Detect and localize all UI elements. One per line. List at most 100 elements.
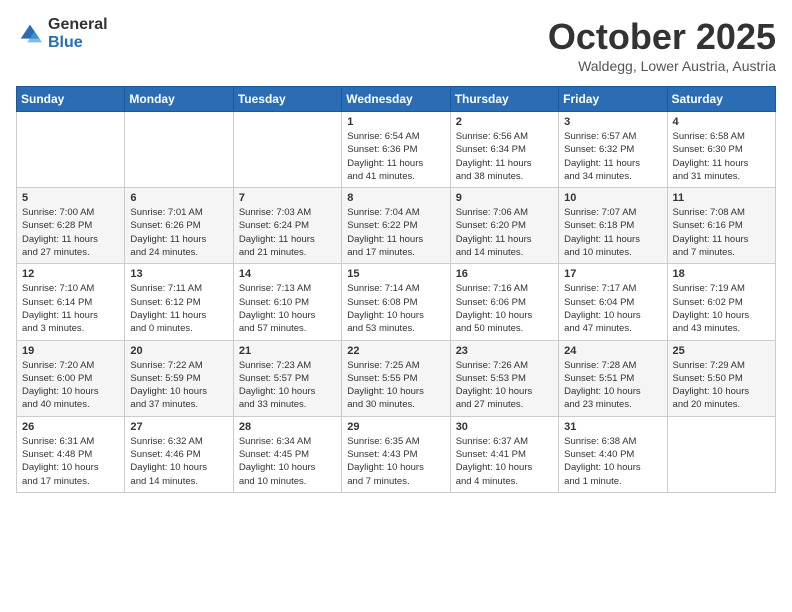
day-number-4: 4 xyxy=(673,116,770,128)
logo-icon xyxy=(16,20,44,48)
month-title: October 2025 xyxy=(548,16,776,58)
day-number-8: 8 xyxy=(347,192,444,204)
day-info-11: Sunrise: 7:08 AMSunset: 6:16 PMDaylight:… xyxy=(673,206,770,259)
day-number-6: 6 xyxy=(130,192,227,204)
weekday-monday: Monday xyxy=(125,87,233,112)
day-info-21: Sunrise: 7:23 AMSunset: 5:57 PMDaylight:… xyxy=(239,359,336,412)
day-info-29: Sunrise: 6:35 AMSunset: 4:43 PMDaylight:… xyxy=(347,435,444,488)
day-info-27: Sunrise: 6:32 AMSunset: 4:46 PMDaylight:… xyxy=(130,435,227,488)
day-cell-8: 8 Sunrise: 7:04 AMSunset: 6:22 PMDaylight… xyxy=(342,188,450,264)
weekday-thursday: Thursday xyxy=(450,87,558,112)
day-number-26: 26 xyxy=(22,421,119,433)
day-cell-27: 27 Sunrise: 6:32 AMSunset: 4:46 PMDayligh… xyxy=(125,416,233,492)
day-cell-16: 16Sunrise: 7:16 AMSunset: 6:06 PMDayligh… xyxy=(450,264,558,340)
day-info-26: Sunrise: 6:31 AMSunset: 4:48 PMDaylight:… xyxy=(22,435,119,488)
day-number-10: 10 xyxy=(564,192,661,204)
day-info-31: Sunrise: 6:38 AMSunset: 4:40 PMDaylight:… xyxy=(564,435,661,488)
day-cell-12: 12 Sunrise: 7:10 AMSunset: 6:14 PMDayligh… xyxy=(17,264,125,340)
day-number-27: 27 xyxy=(130,421,227,433)
day-cell-15: 15Sunrise: 7:14 AMSunset: 6:08 PMDayligh… xyxy=(342,264,450,340)
day-cell-18: 18 Sunrise: 7:19 AMSunset: 6:02 PMDayligh… xyxy=(667,264,775,340)
day-info-3: Sunrise: 6:57 AMSunset: 6:32 PMDaylight:… xyxy=(564,130,661,183)
day-info-5: Sunrise: 7:00 AMSunset: 6:28 PMDaylight:… xyxy=(22,206,119,259)
day-cell-22: 22 Sunrise: 7:25 AMSunset: 5:55 PMDayligh… xyxy=(342,340,450,416)
day-info-8: Sunrise: 7:04 AMSunset: 6:22 PMDaylight:… xyxy=(347,206,444,259)
day-cell-25: 25 Sunrise: 7:29 AMSunset: 5:50 PMDayligh… xyxy=(667,340,775,416)
day-number-1: 1 xyxy=(347,116,444,128)
day-info-6: Sunrise: 7:01 AMSunset: 6:26 PMDaylight:… xyxy=(130,206,227,259)
day-number-12: 12 xyxy=(22,268,119,280)
empty-cell xyxy=(17,112,125,188)
logo-text: General Blue xyxy=(48,16,108,51)
day-cell-1: 1 Sunrise: 6:54 AMSunset: 6:36 PMDaylight… xyxy=(342,112,450,188)
day-number-30: 30 xyxy=(456,421,553,433)
day-number-21: 21 xyxy=(239,345,336,357)
day-number-19: 19 xyxy=(22,345,119,357)
location-label: Waldegg, Lower Austria, Austria xyxy=(548,58,776,74)
week-row-4: 19Sunrise: 7:20 AMSunset: 6:00 PMDayligh… xyxy=(17,340,776,416)
day-cell-2: 2Sunrise: 6:56 AMSunset: 6:34 PMDaylight… xyxy=(450,112,558,188)
day-cell-28: 28Sunrise: 6:34 AMSunset: 4:45 PMDayligh… xyxy=(233,416,341,492)
day-cell-20: 20Sunrise: 7:22 AMSunset: 5:59 PMDayligh… xyxy=(125,340,233,416)
day-cell-23: 23 Sunrise: 7:26 AMSunset: 5:53 PMDayligh… xyxy=(450,340,558,416)
weekday-sunday: Sunday xyxy=(17,87,125,112)
day-number-14: 14 xyxy=(239,268,336,280)
weekday-wednesday: Wednesday xyxy=(342,87,450,112)
day-number-7: 7 xyxy=(239,192,336,204)
day-cell-6: 6 Sunrise: 7:01 AMSunset: 6:26 PMDaylight… xyxy=(125,188,233,264)
empty-cell xyxy=(125,112,233,188)
day-info-23: Sunrise: 7:26 AMSunset: 5:53 PMDaylight:… xyxy=(456,359,553,412)
day-info-1: Sunrise: 6:54 AMSunset: 6:36 PMDaylight:… xyxy=(347,130,444,183)
weekday-tuesday: Tuesday xyxy=(233,87,341,112)
day-cell-26: 26 Sunrise: 6:31 AMSunset: 4:48 PMDayligh… xyxy=(17,416,125,492)
day-cell-21: 21 Sunrise: 7:23 AMSunset: 5:57 PMDayligh… xyxy=(233,340,341,416)
day-number-18: 18 xyxy=(673,268,770,280)
day-info-24: Sunrise: 7:28 AMSunset: 5:51 PMDaylight:… xyxy=(564,359,661,412)
calendar-table: SundayMondayTuesdayWednesdayThursdayFrid… xyxy=(16,86,776,493)
day-cell-24: 24 Sunrise: 7:28 AMSunset: 5:51 PMDayligh… xyxy=(559,340,667,416)
day-cell-19: 19Sunrise: 7:20 AMSunset: 6:00 PMDayligh… xyxy=(17,340,125,416)
day-cell-11: 11Sunrise: 7:08 AMSunset: 6:16 PMDayligh… xyxy=(667,188,775,264)
day-cell-10: 10 Sunrise: 7:07 AMSunset: 6:18 PMDayligh… xyxy=(559,188,667,264)
day-info-10: Sunrise: 7:07 AMSunset: 6:18 PMDaylight:… xyxy=(564,206,661,259)
logo-general-label: General xyxy=(48,16,108,34)
day-cell-30: 30Sunrise: 6:37 AMSunset: 4:41 PMDayligh… xyxy=(450,416,558,492)
day-info-2: Sunrise: 6:56 AMSunset: 6:34 PMDaylight:… xyxy=(456,130,553,183)
day-number-31: 31 xyxy=(564,421,661,433)
week-row-1: 1 Sunrise: 6:54 AMSunset: 6:36 PMDaylight… xyxy=(17,112,776,188)
day-info-18: Sunrise: 7:19 AMSunset: 6:02 PMDaylight:… xyxy=(673,282,770,335)
logo: General Blue xyxy=(16,16,108,51)
weekday-saturday: Saturday xyxy=(667,87,775,112)
day-cell-7: 7 Sunrise: 7:03 AMSunset: 6:24 PMDaylight… xyxy=(233,188,341,264)
day-cell-31: 31 Sunrise: 6:38 AMSunset: 4:40 PMDayligh… xyxy=(559,416,667,492)
day-cell-13: 13Sunrise: 7:11 AMSunset: 6:12 PMDayligh… xyxy=(125,264,233,340)
day-number-16: 16 xyxy=(456,268,553,280)
day-number-25: 25 xyxy=(673,345,770,357)
day-info-7: Sunrise: 7:03 AMSunset: 6:24 PMDaylight:… xyxy=(239,206,336,259)
empty-cell xyxy=(233,112,341,188)
day-number-22: 22 xyxy=(347,345,444,357)
weekday-friday: Friday xyxy=(559,87,667,112)
day-info-9: Sunrise: 7:06 AMSunset: 6:20 PMDaylight:… xyxy=(456,206,553,259)
title-block: October 2025 Waldegg, Lower Austria, Aus… xyxy=(548,16,776,74)
day-number-28: 28 xyxy=(239,421,336,433)
day-cell-4: 4Sunrise: 6:58 AMSunset: 6:30 PMDaylight… xyxy=(667,112,775,188)
week-row-5: 26 Sunrise: 6:31 AMSunset: 4:48 PMDayligh… xyxy=(17,416,776,492)
day-number-3: 3 xyxy=(564,116,661,128)
day-number-24: 24 xyxy=(564,345,661,357)
day-info-17: Sunrise: 7:17 AMSunset: 6:04 PMDaylight:… xyxy=(564,282,661,335)
weekday-header-row: SundayMondayTuesdayWednesdayThursdayFrid… xyxy=(17,87,776,112)
day-number-15: 15 xyxy=(347,268,444,280)
day-info-22: Sunrise: 7:25 AMSunset: 5:55 PMDaylight:… xyxy=(347,359,444,412)
day-info-25: Sunrise: 7:29 AMSunset: 5:50 PMDaylight:… xyxy=(673,359,770,412)
day-number-20: 20 xyxy=(130,345,227,357)
day-cell-3: 3 Sunrise: 6:57 AMSunset: 6:32 PMDaylight… xyxy=(559,112,667,188)
page-header: General Blue October 2025 Waldegg, Lower… xyxy=(16,16,776,74)
day-info-12: Sunrise: 7:10 AMSunset: 6:14 PMDaylight:… xyxy=(22,282,119,335)
week-row-2: 5Sunrise: 7:00 AMSunset: 6:28 PMDaylight… xyxy=(17,188,776,264)
day-cell-14: 14Sunrise: 7:13 AMSunset: 6:10 PMDayligh… xyxy=(233,264,341,340)
day-number-17: 17 xyxy=(564,268,661,280)
logo-blue-label: Blue xyxy=(48,34,108,52)
day-number-13: 13 xyxy=(130,268,227,280)
day-number-23: 23 xyxy=(456,345,553,357)
